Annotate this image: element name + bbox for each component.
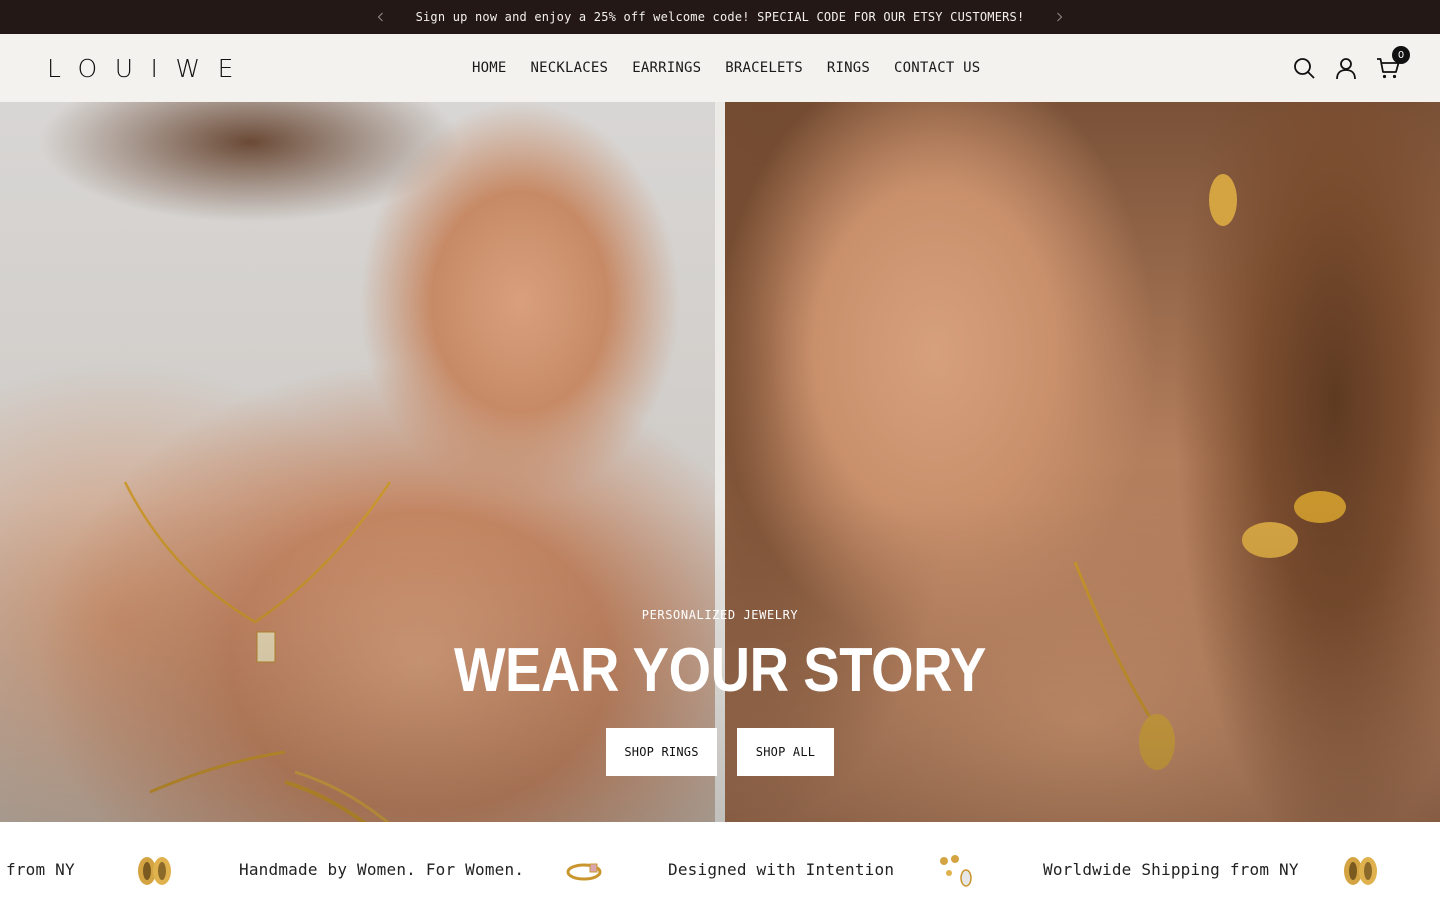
chevron-left-icon: [377, 12, 383, 22]
marquee-item: Designed with Intention: [668, 860, 895, 879]
cart-button[interactable]: 0: [1372, 46, 1410, 84]
hero-subtitle: PERSONALIZED JEWELRY: [641, 608, 799, 622]
announcement-prev-button[interactable]: [372, 8, 390, 26]
account-button[interactable]: [1330, 52, 1362, 84]
drop-earrings-icon: [940, 855, 972, 887]
search-icon: [1294, 58, 1315, 79]
announcement-bar: Sign up now and enjoy a 25% off welcome …: [0, 0, 1440, 34]
nav-rings[interactable]: RINGS: [827, 60, 870, 76]
search-button[interactable]: [1288, 52, 1320, 84]
gold-earrings-icon: [1344, 857, 1377, 885]
marquee-item: Handmade by Women. For Women.: [239, 860, 525, 879]
nav-earrings[interactable]: EARRINGS: [632, 60, 701, 76]
main-nav: HOME NECKLACES EARRINGS BRACELETS RINGS …: [460, 34, 992, 102]
nav-necklaces[interactable]: NECKLACES: [531, 60, 609, 76]
announcement-text: Sign up now and enjoy a 25% off welcome …: [415, 10, 1025, 24]
account-icon: [1336, 58, 1356, 80]
hero-banner: PERSONALIZED JEWELRY WEAR YOUR STORY SHO…: [0, 102, 1440, 822]
nav-home[interactable]: HOME: [472, 60, 507, 76]
nav-contact-us[interactable]: CONTACT US: [894, 60, 980, 76]
hero-content: PERSONALIZED JEWELRY WEAR YOUR STORY SHO…: [0, 608, 1440, 776]
shop-all-button[interactable]: SHOP ALL: [737, 728, 834, 776]
hero-buttons: SHOP RINGS SHOP ALL: [0, 728, 1440, 776]
marquee-item: from NY: [6, 860, 75, 879]
cart-count-badge: 0: [1392, 46, 1410, 64]
gold-earrings-icon: [138, 857, 171, 885]
chevron-right-icon: [1057, 12, 1063, 22]
marquee-item: Worldwide Shipping from NY: [1043, 860, 1299, 879]
ring-icon: [566, 863, 602, 881]
hero-title: WEAR YOUR STORY: [453, 636, 986, 705]
feature-marquee: from NY Handmade by Women. For Women. De…: [0, 822, 1440, 900]
header-icons: 0: [1278, 46, 1410, 84]
logo[interactable]: LOUIWE: [47, 56, 251, 81]
announcement-next-button[interactable]: [1050, 8, 1068, 26]
site-header: LOUIWE HOME NECKLACES EARRINGS BRACELETS…: [0, 34, 1440, 102]
nav-bracelets[interactable]: BRACELETS: [725, 60, 803, 76]
shop-rings-button[interactable]: SHOP RINGS: [606, 728, 717, 776]
